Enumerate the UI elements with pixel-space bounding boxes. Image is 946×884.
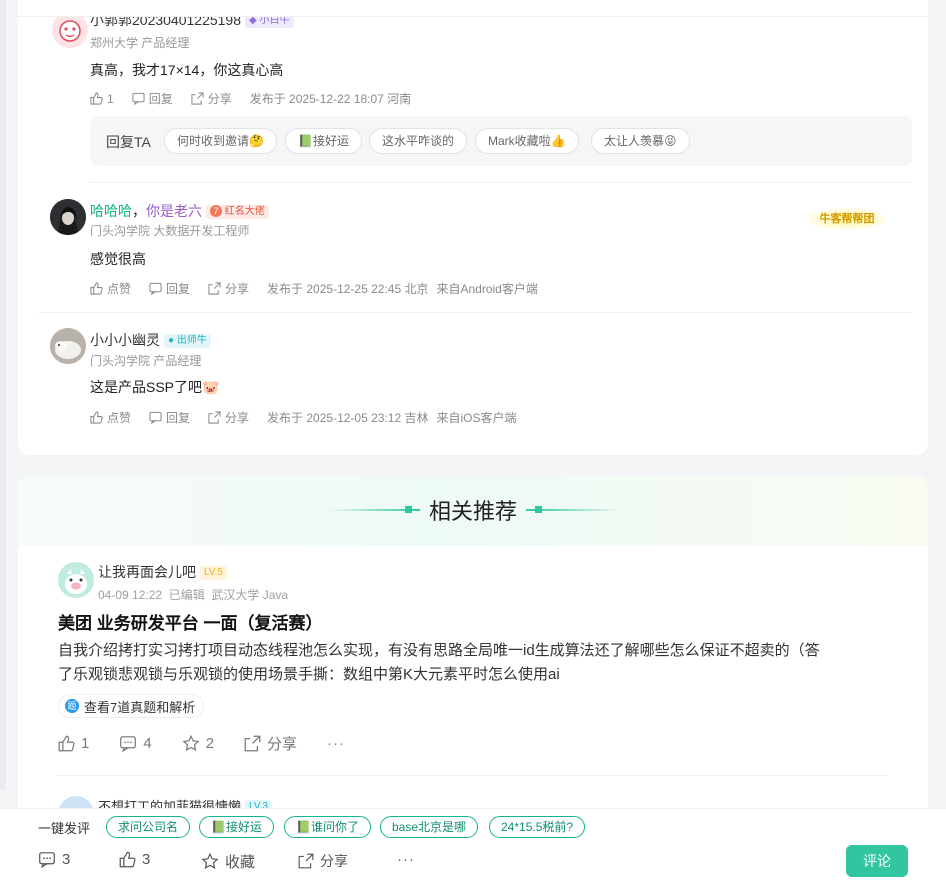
reply-chip[interactable]: 这水平咋谈的 (369, 128, 468, 154)
thumbs-up-icon (90, 92, 103, 105)
user-badge: 7 红名大佬 (206, 205, 269, 219)
share-icon (244, 735, 261, 752)
decoration-badge: 牛客帮帮团 (806, 208, 888, 230)
post-actions: 1 4 2 分享 ··· (58, 733, 345, 754)
badge-icon: ● (168, 335, 175, 346)
comment-icon (132, 92, 145, 105)
level-badge: LV.5 (200, 566, 227, 580)
post-time: 发布于 2025-12-05 23:12 吉林 (267, 411, 429, 425)
author-meta: 门头沟学院 产品经理 (90, 354, 202, 368)
like-button[interactable]: 点赞 (90, 409, 131, 426)
divider (58, 775, 888, 776)
comment-icon (149, 411, 162, 424)
comment-text: 感觉很高 (90, 251, 146, 267)
share-icon (208, 411, 221, 424)
quick-tag[interactable]: base北京是哪 (380, 816, 479, 838)
post-body-line[interactable]: 了乐观锁悲观锁与乐观锁的使用场景手撕：数组中第K大元素平时怎么使用ai (58, 663, 560, 684)
comment-icon (149, 282, 162, 295)
thumbs-up-icon (90, 411, 103, 424)
share-icon (191, 92, 204, 105)
question-tag[interactable]: 题查看7道真题和解析 (58, 694, 205, 718)
quick-tag[interactable]: 📗接好运 (199, 816, 274, 838)
comments-card: 小郭郭20230401225198 ◆ 小白牛 郑州大学 产品经理 真高，我才17… (18, 0, 928, 455)
reply-chip[interactable]: 何时收到邀请🤔 (164, 128, 277, 154)
star-button[interactable]: 2 (182, 735, 214, 752)
avatar[interactable] (50, 328, 86, 364)
comment-text: 这是产品SSP了吧🐷 (90, 379, 220, 395)
reply-button[interactable]: 回复 (149, 409, 190, 426)
section-title: 相关推荐 (428, 499, 517, 524)
reply-suggestions: 回复TA 何时收到邀请🤔 📗接好运 这水平咋谈的 Mark收藏啦👍 太让人羡慕😝 (90, 116, 912, 166)
quick-tag[interactable]: 24*15.5税前? (489, 816, 586, 838)
thumbs-up-icon (58, 735, 75, 752)
share-icon (298, 853, 314, 869)
share-button[interactable]: 分享 (208, 409, 249, 426)
comment-actions: 点赞 回复 分享 发布于 2025-12-05 23:12 吉林 来自iOS客户… (90, 409, 534, 426)
quick-comment-label: 一键发评 (38, 821, 91, 836)
comment-item: 哈哈哈，你是老六 7 红名大佬 门头沟学院 大数据开发工程师 牛客帮帮团 感觉很高… (18, 182, 928, 312)
comment-button[interactable]: 评论 (846, 845, 908, 877)
share-icon (208, 282, 221, 295)
reply-chip[interactable]: Mark收藏啦👍 (475, 128, 579, 154)
author-name[interactable]: 让我再面会儿吧 (98, 564, 196, 580)
comment-author: 哈哈哈，你是老六 7 红名大佬 (90, 201, 269, 221)
comment-count-button[interactable]: 3 (38, 851, 70, 868)
comment-author: 小小小幽灵 ● 出师牛 (90, 330, 211, 350)
comment-actions: 点赞 回复 分享 发布于 2025-12-25 22:45 北京 来自Andro… (90, 280, 556, 297)
favorite-button[interactable]: 收藏 (201, 851, 255, 872)
reply-label: 回复TA (106, 134, 151, 150)
avatar[interactable] (52, 12, 88, 48)
top-edge (18, 0, 928, 17)
thumbs-up-icon (119, 851, 136, 868)
author-name[interactable]: 哈哈哈 (90, 203, 132, 219)
quick-tag[interactable]: 📗谁问你了 (284, 816, 371, 838)
question-icon: 题 (65, 699, 79, 713)
comment-item: 小郭郭20230401225198 ◆ 小白牛 郑州大学 产品经理 真高，我才17… (18, 0, 928, 182)
comment-item: 小小小幽灵 ● 出师牛 门头沟学院 产品经理 这是产品SSP了吧🐷 点赞 回复 分… (18, 312, 928, 452)
like-button[interactable]: 点赞 (90, 280, 131, 297)
page-edge-strip (0, 0, 6, 790)
like-button[interactable]: 1 (90, 92, 114, 106)
reply-chip[interactable]: 📗接好运 (285, 128, 362, 154)
quick-tag[interactable]: 求问公司名 (106, 816, 191, 838)
post-time: 发布于 2025-12-25 22:45 北京 (267, 282, 429, 296)
author-meta: 门头沟学院 大数据开发工程师 (90, 224, 250, 238)
more-button[interactable]: ··· (327, 735, 345, 752)
share-button[interactable]: 分享 (191, 90, 232, 107)
user-badge: ● 出师牛 (164, 334, 211, 348)
bottom-action-bar: 一键发评 求问公司名 📗接好运 📗谁问你了 base北京是哪 24*15.5税前… (0, 808, 946, 884)
avatar[interactable] (50, 199, 86, 235)
like-count-button[interactable]: 3 (119, 851, 150, 868)
share-button[interactable]: 分享 (208, 280, 249, 297)
star-icon (201, 853, 219, 869)
author-meta: 郑州大学 产品经理 (90, 36, 190, 50)
comment-icon (39, 852, 55, 868)
client-info: 来自iOS客户端 (436, 411, 517, 425)
share-button[interactable]: 分享 (244, 733, 297, 754)
comment-text: 真高，我才17×14，你这真心高 (90, 62, 284, 78)
post-time: 发布于 2025-12-22 18:07 河南 (249, 92, 412, 106)
title-line-right (526, 509, 621, 511)
like-button[interactable]: 1 (58, 735, 89, 752)
badge-icon: 7 (210, 205, 222, 217)
client-info: 来自Android客户端 (436, 282, 538, 296)
post-meta: 04-09 12:22 已编辑 武汉大学 Java (98, 588, 289, 602)
post-body-line[interactable]: 自我介绍拷打实习拷打项目动态线程池怎么实现，有没有思路全局唯一id生成算法还了解… (58, 639, 820, 660)
author-name[interactable]: 小小小幽灵 (90, 332, 160, 348)
share-button[interactable]: 分享 (298, 851, 348, 871)
comment-actions: 1 回复 分享 发布于 2025-12-22 18:07 河南 (90, 90, 429, 107)
reply-button[interactable]: 回复 (149, 280, 190, 297)
comment-icon (120, 736, 137, 752)
reply-button[interactable]: 回复 (132, 90, 173, 107)
thumbs-up-icon (90, 282, 103, 295)
avatar[interactable] (58, 562, 94, 598)
post-title[interactable]: 美团 业务研发平台 一面（复活赛） (58, 609, 322, 634)
post-author: 让我再面会儿吧 LV.5 (98, 562, 227, 582)
mention-name[interactable]: 你是老六 (146, 203, 202, 219)
more-button[interactable]: ··· (397, 851, 415, 868)
star-icon (182, 735, 200, 751)
reply-chip[interactable]: 太让人羡慕😝 (591, 128, 690, 154)
comment-button[interactable]: 4 (119, 735, 152, 752)
